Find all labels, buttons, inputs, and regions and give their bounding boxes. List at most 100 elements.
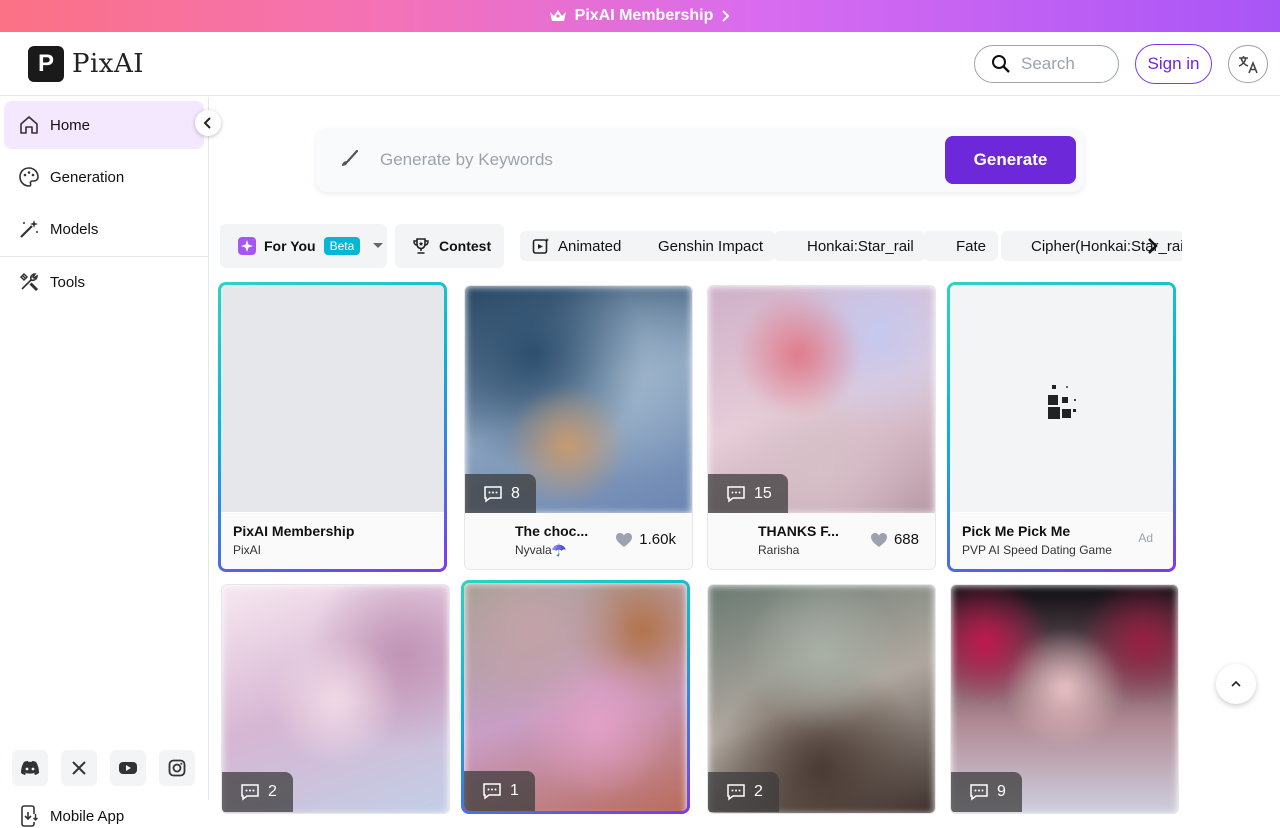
instagram-icon xyxy=(168,759,186,777)
card-artwork[interactable]: 9 xyxy=(950,584,1179,814)
sidebar-item-label: Tools xyxy=(50,273,86,291)
search-input[interactable]: Search xyxy=(974,45,1119,83)
discord-icon xyxy=(21,761,39,775)
card-footer: The choc... Nyvala☂️ 1.60k xyxy=(465,513,692,569)
sign-in-button[interactable]: Sign in xyxy=(1135,44,1212,84)
chevron-right-icon xyxy=(1148,238,1158,254)
card-title: Pick Me Pick Me xyxy=(962,523,1071,539)
tag-label: Animated xyxy=(558,237,622,255)
card-author[interactable]: Nyvala☂️ xyxy=(515,543,567,557)
sidebar-item-label: Models xyxy=(50,220,99,238)
mobile-download-icon xyxy=(21,805,38,827)
comment-count: 8 xyxy=(511,485,520,502)
x-link[interactable] xyxy=(61,750,97,786)
keywords-input[interactable] xyxy=(380,140,940,180)
tag-honkai-star-rail[interactable]: Honkai:Star_rail xyxy=(774,231,926,261)
comment-icon xyxy=(727,486,745,503)
card-footer: Pick Me Pick Me PVP AI Speed Dating Game… xyxy=(950,513,1173,569)
generate-button[interactable]: Generate xyxy=(945,136,1076,184)
caret-down-icon[interactable] xyxy=(372,242,384,250)
tag-label: Genshin Impact xyxy=(658,237,764,255)
comment-icon xyxy=(483,783,501,800)
tags-next-button[interactable] xyxy=(1140,234,1164,258)
ad-label: Ad xyxy=(1138,531,1153,545)
tag-animated[interactable]: Animated xyxy=(520,231,634,261)
comment-count-badge: 15 xyxy=(708,474,788,514)
like-button[interactable]: 1.60k xyxy=(615,531,676,548)
heart-icon xyxy=(616,532,633,547)
banner-label: PixAI Membership xyxy=(574,7,714,24)
tab-contest[interactable]: Contest xyxy=(395,224,504,268)
mobile-app-label: Mobile App xyxy=(50,807,125,825)
contest-label: Contest xyxy=(439,238,492,254)
card-artwork[interactable]: 15 THANKS F... Rarisha 688 xyxy=(707,285,936,570)
comment-icon xyxy=(727,784,745,801)
comment-count: 2 xyxy=(268,783,277,800)
membership-banner[interactable]: PixAI Membership xyxy=(0,0,1280,32)
comment-icon xyxy=(970,784,988,801)
card-footer: PixAI Membership PixAI xyxy=(221,513,444,569)
comment-count: 2 xyxy=(754,783,763,800)
beta-badge: Beta xyxy=(323,237,361,255)
translate-icon xyxy=(1238,56,1258,74)
for-you-label: For You xyxy=(264,238,316,254)
tag-genshin-impact[interactable]: Genshin Impact xyxy=(624,231,776,261)
brush-icon xyxy=(342,149,359,166)
tag-label: Fate xyxy=(956,237,987,255)
sparkle-icon xyxy=(238,237,256,255)
card-title: PixAI Membership xyxy=(233,523,355,539)
tag-label: Honkai:Star_rail xyxy=(807,237,914,255)
heart-icon xyxy=(870,532,887,547)
youtube-icon xyxy=(119,762,137,774)
chevron-right-icon xyxy=(722,10,730,22)
card-artwork[interactable]: 8 The choc... Nyvala☂️ 1.60k xyxy=(464,285,693,570)
instagram-link[interactable] xyxy=(159,750,195,786)
sidebar: Home Generation Models Tools Mobile App xyxy=(0,97,209,827)
language-button[interactable] xyxy=(1228,45,1268,83)
youtube-link[interactable] xyxy=(110,750,146,786)
top-header: P PixAI Search Sign in xyxy=(0,32,1280,96)
collapse-sidebar-button[interactable] xyxy=(195,110,221,136)
comment-count: 1 xyxy=(510,782,519,799)
comment-count: 15 xyxy=(754,485,772,502)
card-artwork[interactable]: 2 xyxy=(221,584,450,814)
card-artwork[interactable]: 2 xyxy=(707,584,936,814)
like-button[interactable]: 688 xyxy=(870,531,919,548)
card-artwork[interactable]: 1 xyxy=(461,580,690,814)
sidebar-item-label: Generation xyxy=(50,168,125,186)
tools-icon xyxy=(19,272,39,292)
x-icon xyxy=(72,761,86,775)
home-icon xyxy=(20,116,38,134)
search-placeholder: Search xyxy=(1021,54,1075,73)
search-icon xyxy=(992,55,1010,73)
comment-count: 9 xyxy=(997,783,1006,800)
ad-image xyxy=(950,285,1173,512)
comment-count-badge: 2 xyxy=(708,772,779,812)
scroll-to-top-button[interactable] xyxy=(1216,664,1256,704)
pixai-logo[interactable]: P PixAI xyxy=(28,46,144,82)
card-image xyxy=(221,285,444,512)
card-author[interactable]: Rarisha xyxy=(758,543,799,557)
card-ad[interactable]: Pick Me Pick Me PVP AI Speed Dating Game… xyxy=(947,282,1176,572)
magic-wand-icon xyxy=(20,220,38,238)
sidebar-item-label: Home xyxy=(50,116,91,134)
comment-count-badge: 2 xyxy=(222,772,293,812)
mobile-app-link[interactable]: Mobile App xyxy=(18,804,124,828)
chevron-up-icon xyxy=(1231,680,1241,687)
sidebar-item-home[interactable]: Home xyxy=(4,101,204,149)
comment-count-badge: 9 xyxy=(951,772,1022,812)
sidebar-item-tools[interactable]: Tools xyxy=(4,258,204,306)
tag-fate[interactable]: Fate xyxy=(923,231,999,261)
card-membership[interactable]: PixAI Membership PixAI xyxy=(218,282,447,572)
generate-bar: Generate xyxy=(316,128,1084,192)
tab-for-you[interactable]: For You Beta xyxy=(220,224,387,268)
like-count: 688 xyxy=(893,531,919,548)
sidebar-item-models[interactable]: Models xyxy=(4,205,204,253)
palette-icon xyxy=(19,167,39,187)
logo-mark: P xyxy=(28,46,64,82)
sidebar-item-generation[interactable]: Generation xyxy=(4,153,204,201)
comment-count-badge: 8 xyxy=(465,474,536,514)
card-footer: THANKS F... Rarisha 688 xyxy=(708,513,935,569)
discord-link[interactable] xyxy=(12,750,48,786)
chevron-left-icon xyxy=(203,117,211,129)
